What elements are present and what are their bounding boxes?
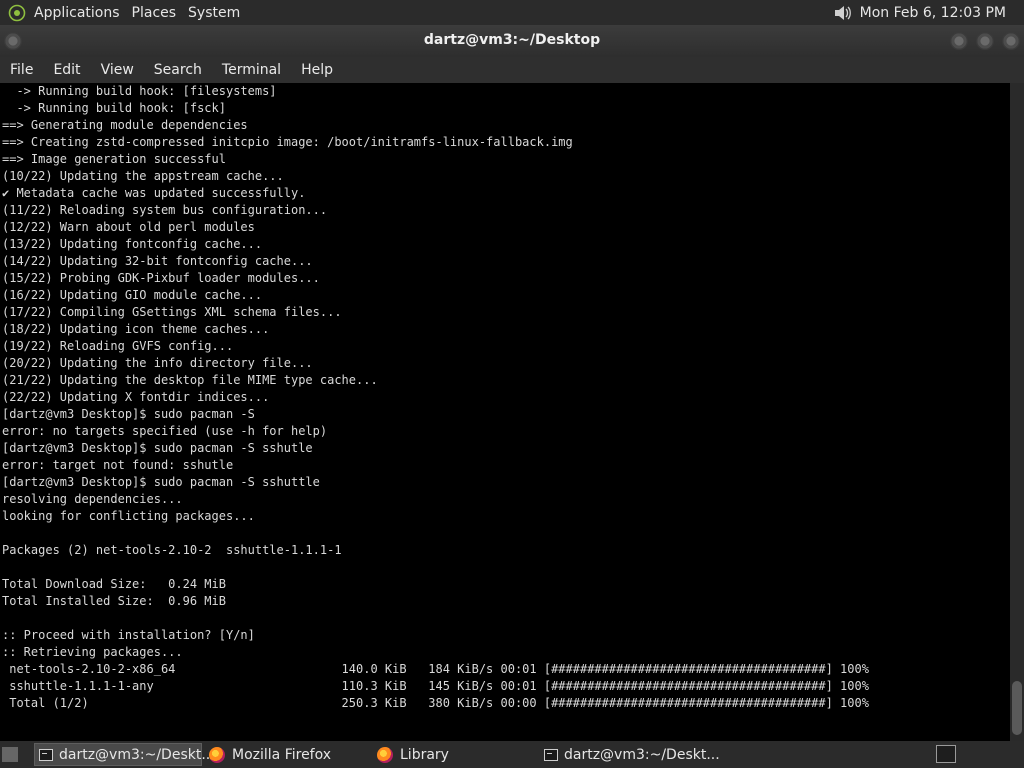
task-label: dartz@vm3:~/Deskt... <box>59 746 215 763</box>
terminal-line: resolving dependencies... <box>2 492 183 506</box>
minimize-button[interactable] <box>950 32 968 50</box>
terminal-line: ==> Image generation successful <box>2 152 226 166</box>
menu-help[interactable]: Help <box>291 62 343 78</box>
terminal-line: (18/22) Updating icon theme caches... <box>2 322 270 336</box>
system-menu[interactable]: System <box>188 5 240 21</box>
terminal-menubar: File Edit View Search Terminal Help <box>0 57 1024 83</box>
terminal-line: Packages (2) net-tools-2.10-2 sshuttle-1… <box>2 543 342 557</box>
terminal-line: -> Running build hook: [fsck] <box>2 101 226 115</box>
volume-icon[interactable] <box>832 2 854 24</box>
task-library[interactable]: Library <box>372 743 538 766</box>
scrollbar-thumb[interactable] <box>1012 681 1022 735</box>
terminal-line: (11/22) Reloading system bus configurati… <box>2 203 328 217</box>
terminal-line: sshuttle-1.1.1-1-any 110.3 KiB 145 KiB/s… <box>2 679 869 693</box>
clock[interactable]: Mon Feb 6, 12:03 PM <box>860 5 1006 21</box>
terminal-line: looking for conflicting packages... <box>2 509 255 523</box>
terminal-line: (16/22) Updating GIO module cache... <box>2 288 263 302</box>
close-button[interactable] <box>1002 32 1020 50</box>
show-desktop-icon[interactable] <box>936 745 956 763</box>
terminal-line: Total (1/2) 250.3 KiB 380 KiB/s 00:00 [#… <box>2 696 869 710</box>
terminal-line: -> Running build hook: [filesystems] <box>2 84 277 98</box>
terminal-line: (13/22) Updating fontconfig cache... <box>2 237 263 251</box>
terminal-line: ✔ Metadata cache was updated successfull… <box>2 186 306 200</box>
firefox-icon <box>376 746 394 764</box>
menu-terminal[interactable]: Terminal <box>212 62 291 78</box>
terminal-line: (21/22) Updating the desktop file MIME t… <box>2 373 378 387</box>
terminal-line: error: target not found: sshutle <box>2 458 234 472</box>
task-label: Mozilla Firefox <box>232 746 332 763</box>
terminal-output[interactable]: -> Running build hook: [filesystems] -> … <box>0 83 1010 741</box>
menu-view[interactable]: View <box>91 62 144 78</box>
terminal-scrollbar[interactable] <box>1010 83 1024 741</box>
bottom-taskbar: dartz@vm3:~/Deskt... Mozilla Firefox Lib… <box>0 741 1024 768</box>
task-label: dartz@vm3:~/Deskt... <box>564 746 720 763</box>
terminal-line: (14/22) Updating 32-bit fontconfig cache… <box>2 254 313 268</box>
terminal-line: (17/22) Compiling GSettings XML schema f… <box>2 305 342 319</box>
terminal-icon <box>39 746 53 764</box>
terminal-line: [dartz@vm3 Desktop]$ sudo pacman -S sshu… <box>2 475 320 489</box>
terminal-line: [dartz@vm3 Desktop]$ sudo pacman -S sshu… <box>2 441 313 455</box>
terminal-line: ==> Creating zstd-compressed initcpio im… <box>2 135 573 149</box>
taskbar-handle-icon[interactable] <box>2 747 18 762</box>
terminal-icon <box>544 746 558 764</box>
terminal-line: error: no targets specified (use -h for … <box>2 424 328 438</box>
terminal-line: Total Installed Size: 0.96 MiB <box>2 594 226 608</box>
terminal-line: (10/22) Updating the appstream cache... <box>2 169 284 183</box>
top-panel: Applications Places System Mon Feb 6, 12… <box>0 0 1024 25</box>
task-firefox[interactable]: Mozilla Firefox <box>204 743 370 766</box>
applications-menu[interactable]: Applications <box>34 5 120 21</box>
places-menu[interactable]: Places <box>132 5 177 21</box>
task-label: Library <box>400 746 449 763</box>
window-titlebar[interactable]: dartz@vm3:~/Desktop <box>0 25 1024 57</box>
task-terminal-2[interactable]: dartz@vm3:~/Deskt... <box>540 743 720 766</box>
terminal-line: (22/22) Updating X fontdir indices... <box>2 390 270 404</box>
window-title: dartz@vm3:~/Desktop <box>423 32 601 48</box>
firefox-icon <box>208 746 226 764</box>
terminal-line: (19/22) Reloading GVFS config... <box>2 339 234 353</box>
task-terminal-1[interactable]: dartz@vm3:~/Deskt... <box>34 743 215 766</box>
menu-search[interactable]: Search <box>144 62 212 78</box>
distro-logo-icon[interactable] <box>6 2 28 24</box>
maximize-button[interactable] <box>976 32 994 50</box>
terminal-line: (20/22) Updating the info directory file… <box>2 356 313 370</box>
terminal-line: ==> Generating module dependencies <box>2 118 248 132</box>
menu-edit[interactable]: Edit <box>43 62 90 78</box>
terminal-line: :: Retrieving packages... <box>2 645 183 659</box>
terminal-line: net-tools-2.10-2-x86_64 140.0 KiB 184 Ki… <box>2 662 869 676</box>
terminal-line: Total Download Size: 0.24 MiB <box>2 577 226 591</box>
terminal-line: [dartz@vm3 Desktop]$ sudo pacman -S <box>2 407 255 421</box>
terminal-line: (12/22) Warn about old perl modules <box>2 220 255 234</box>
terminal-line: :: Proceed with installation? [Y/n] <box>2 628 255 642</box>
menu-file[interactable]: File <box>0 62 43 78</box>
terminal-line: (15/22) Probing GDK-Pixbuf loader module… <box>2 271 320 285</box>
